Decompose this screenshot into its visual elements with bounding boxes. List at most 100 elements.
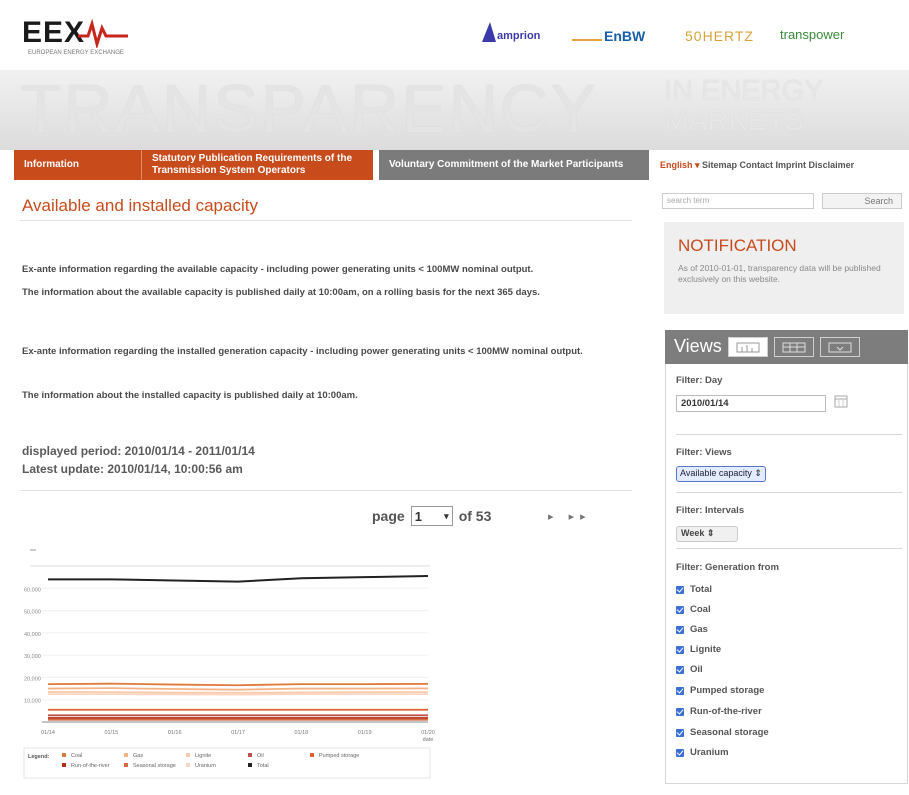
paragraph-available: Ex-ante information regarding the availa… [22, 264, 534, 275]
checkbox[interactable] [676, 748, 684, 757]
utility-links: English ▾ Sitemap Contact Imprint Discla… [660, 160, 854, 171]
x-tick-label: 01/19 [358, 730, 372, 736]
checkbox[interactable] [676, 645, 684, 654]
banner-subtitle: IN ENERGY MARKETS [664, 75, 824, 137]
y-tick-label: 40,000 [24, 632, 41, 638]
checkbox[interactable] [676, 585, 684, 594]
paragraph-available-publish: The information about the available capa… [22, 287, 540, 298]
generation-option[interactable]: Coal [676, 604, 711, 615]
legend-swatch [124, 763, 128, 767]
pager: page 1 ▾ of 53 [372, 506, 491, 526]
pulse-icon [78, 18, 128, 48]
y-tick-label: 60,000 [24, 587, 41, 593]
download-view-tab[interactable] [820, 337, 860, 357]
notification-text: As of 2010-01-01, transparency data will… [678, 263, 881, 284]
legend-swatch [124, 753, 128, 757]
option-label: Coal [690, 604, 711, 615]
legend-swatch [248, 763, 252, 767]
filter-intervals-select[interactable]: Week ⇕ [676, 526, 738, 542]
nav-information[interactable]: Information [14, 150, 141, 180]
page-title: Available and installed capacity [22, 196, 258, 215]
divider [676, 434, 902, 435]
eex-logo[interactable]: EEX [22, 16, 85, 50]
generation-option[interactable]: Uranium [676, 747, 729, 758]
checkbox[interactable] [676, 707, 684, 716]
legend-label: Run-of-the-river [71, 763, 110, 769]
utility-links-text[interactable]: Sitemap Contact Imprint Disclaimer [702, 160, 854, 170]
page-select-value: 1 [414, 508, 422, 524]
search-button[interactable]: Search [822, 193, 902, 209]
filter-day-input[interactable]: 2010/01/14 [676, 395, 826, 412]
pager-label: page [372, 508, 405, 524]
legend-swatch [62, 753, 66, 757]
amprion-name: amprion [497, 30, 541, 42]
checkbox[interactable] [676, 665, 684, 674]
filters-panel [665, 364, 908, 784]
legend-label: Seasonal storage [133, 763, 176, 769]
option-label: Lignite [690, 644, 722, 655]
pager-next-arrows[interactable]: ▸ ▸▸ [548, 510, 592, 523]
banner-title: TRANSPARENCY [20, 71, 599, 147]
nav-voluntary-commitment[interactable]: Voluntary Commitment of the Market Parti… [379, 150, 649, 180]
generation-option[interactable]: Lignite [676, 644, 721, 655]
table-view-tab[interactable] [774, 337, 814, 357]
option-label: Oil [690, 664, 703, 675]
nav-statutory-publication[interactable]: Statutory Publication Requirements of th… [141, 150, 373, 180]
bar-chart-icon [736, 342, 760, 353]
generation-option[interactable]: Gas [676, 624, 708, 635]
50hertz-logo[interactable]: 50HERTZ [685, 28, 754, 44]
divider [676, 492, 902, 493]
series-line-total [48, 575, 429, 583]
x-tick-label: 01/18 [294, 730, 308, 736]
filter-day-label: Filter: Day [676, 375, 723, 386]
filter-views-select[interactable]: Available capacity ⇕ [676, 466, 766, 482]
search-input[interactable]: search term [662, 193, 814, 209]
amprion-logo[interactable] [478, 20, 498, 48]
option-label: Total [690, 584, 712, 595]
x-tick-label: 01/16 [168, 730, 182, 736]
checkbox[interactable] [676, 728, 684, 737]
generation-option[interactable]: Pumped storage [676, 685, 764, 696]
divider [20, 490, 632, 491]
option-label: Uranium [690, 747, 729, 758]
x-tick-label: 01/15 [104, 730, 118, 736]
filter-views-label: Filter: Views [676, 447, 732, 458]
enbw-line [572, 39, 602, 41]
checkbox[interactable] [676, 686, 684, 695]
language-select[interactable]: English ▾ [660, 160, 700, 170]
option-label: Pumped storage [690, 685, 765, 696]
legend-swatch [186, 763, 190, 767]
y-tick-label: 30,000 [24, 654, 41, 660]
calendar-icon[interactable] [834, 394, 848, 408]
enbw-logo[interactable]: EnBW [604, 28, 645, 44]
chart-view-tab[interactable] [728, 337, 768, 357]
x-tick-label: 01/17 [231, 730, 245, 736]
y-tick-label: 20,000 [24, 676, 41, 682]
latest-update: Latest update: 2010/01/14, 10:00:56 am [22, 462, 243, 476]
y-tick-label: 10,000 [24, 699, 41, 705]
paragraph-installed: Ex-ante information regarding the instal… [22, 346, 583, 357]
option-label: Seasonal storage [690, 727, 769, 738]
series-line-lignite [47, 691, 428, 694]
y-tick-label: 50,000 [24, 610, 41, 616]
legend-label: Total [257, 763, 269, 769]
capacity-chart: 60,000 50,000 40,000 30,000 20,000 10,000 01/1… [23, 549, 435, 779]
eex-logo-subtitle: EUROPEAN ENERGY EXCHANGE [28, 50, 124, 56]
chevron-down-icon: ▾ [444, 510, 449, 521]
export-icon [828, 342, 852, 353]
transpower-logo[interactable]: transpower [780, 27, 844, 42]
generation-option[interactable]: Total [676, 584, 712, 595]
legend-label: Pumped storage [319, 753, 359, 759]
legend-swatch [310, 753, 314, 757]
legend-swatch [186, 753, 190, 757]
table-icon [782, 342, 806, 353]
page-select[interactable]: 1 ▾ [410, 506, 453, 526]
generation-option[interactable]: Oil [676, 664, 703, 675]
generation-option[interactable]: Seasonal storage [676, 727, 769, 738]
legend-swatch [248, 753, 252, 757]
checkbox[interactable] [676, 605, 684, 614]
generation-option[interactable]: Run-of-the-river [676, 706, 762, 717]
series-line-coal [47, 682, 429, 687]
displayed-period: displayed period: 2010/01/14 - 2011/01/1… [22, 444, 255, 458]
checkbox[interactable] [676, 625, 684, 634]
